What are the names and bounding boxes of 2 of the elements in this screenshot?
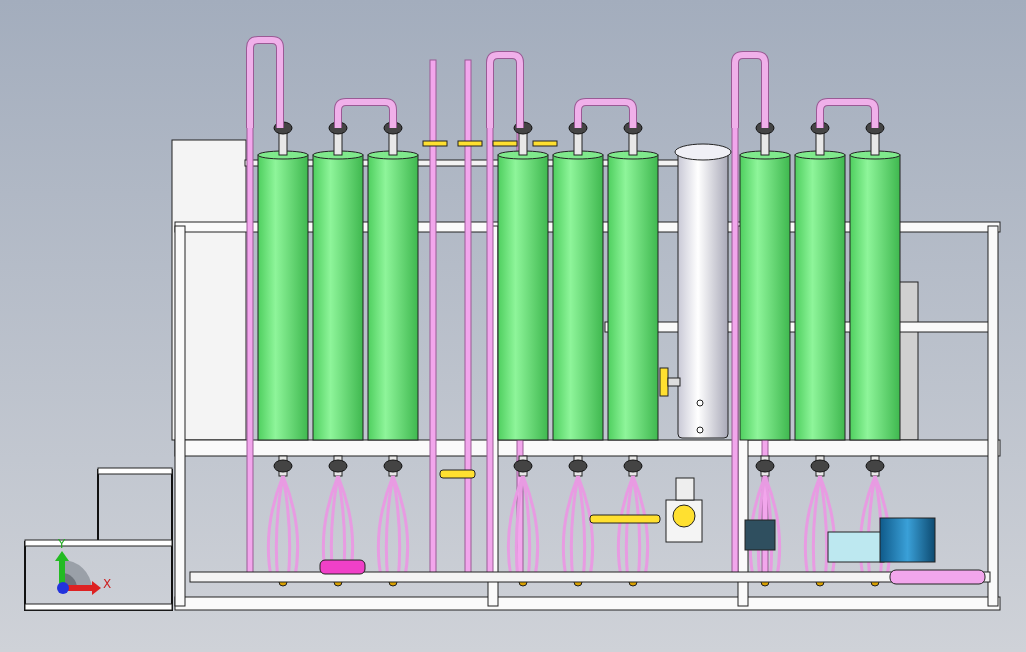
axis-triad-icon (55, 551, 101, 595)
x-axis-label: X (103, 577, 112, 591)
